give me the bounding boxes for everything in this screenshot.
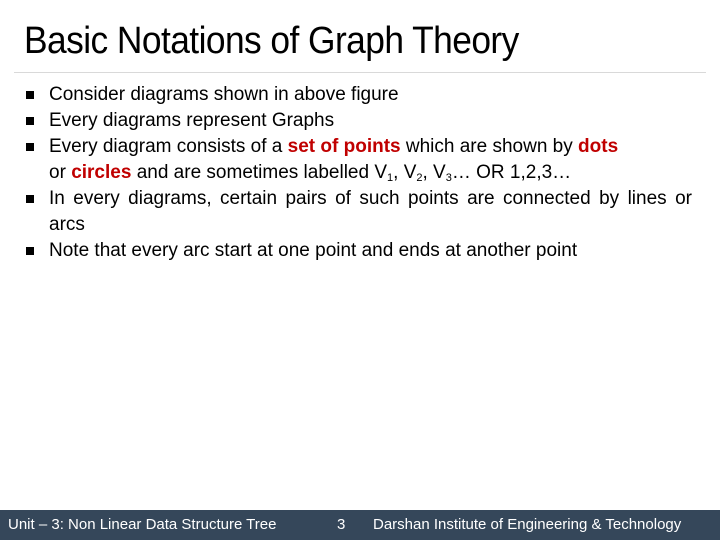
highlight-set-of-points: set of points <box>287 136 401 157</box>
highlight-dots: dots <box>578 136 619 157</box>
footer-institute: Darshan Institute of Engineering & Techn… <box>373 516 682 533</box>
bullet-list: Consider diagrams shown in above figure … <box>20 82 692 264</box>
bullet-text: Every diagram consists of a set of point… <box>49 136 619 184</box>
square-bullet-icon <box>26 195 34 203</box>
bullet-item: In every diagrams, certain pairs of such… <box>20 186 692 238</box>
text-segment: … OR 1,2,3… <box>451 162 572 183</box>
bullet-item: Every diagram consists of a set of point… <box>20 134 692 186</box>
text-segment: Every diagram consists of a <box>49 136 288 157</box>
text-segment: and are sometimes labelled V <box>131 162 388 183</box>
text-segment: , V <box>393 162 417 183</box>
slide-title: Basic Notations of Graph Theory <box>24 20 519 62</box>
footer-unit-title: Unit – 3: Non Linear Data Structure Tree <box>8 516 277 533</box>
bullet-item: Consider diagrams shown in above figure <box>20 82 692 108</box>
bullet-text: Note that every arc start at one point a… <box>49 240 578 261</box>
bullet-text: In every diagrams, certain pairs of such… <box>49 188 692 235</box>
bullet-text: Consider diagrams shown in above figure <box>49 84 399 105</box>
text-segment: which are shown by <box>400 136 579 157</box>
square-bullet-icon <box>26 143 34 151</box>
text-segment: or <box>49 162 72 183</box>
bullet-text: Every diagrams represent Graphs <box>49 110 335 131</box>
square-bullet-icon <box>26 117 34 125</box>
highlight-circles: circles <box>71 162 132 183</box>
text-segment: , V <box>422 162 446 183</box>
bullet-item: Every diagrams represent Graphs <box>20 108 692 134</box>
square-bullet-icon <box>26 91 34 99</box>
title-divider <box>14 72 706 73</box>
bullet-item: Note that every arc start at one point a… <box>20 238 692 264</box>
footer-bar: Unit – 3: Non Linear Data Structure Tree… <box>0 510 720 540</box>
footer-page-number: 3 <box>337 516 346 533</box>
square-bullet-icon <box>26 247 34 255</box>
